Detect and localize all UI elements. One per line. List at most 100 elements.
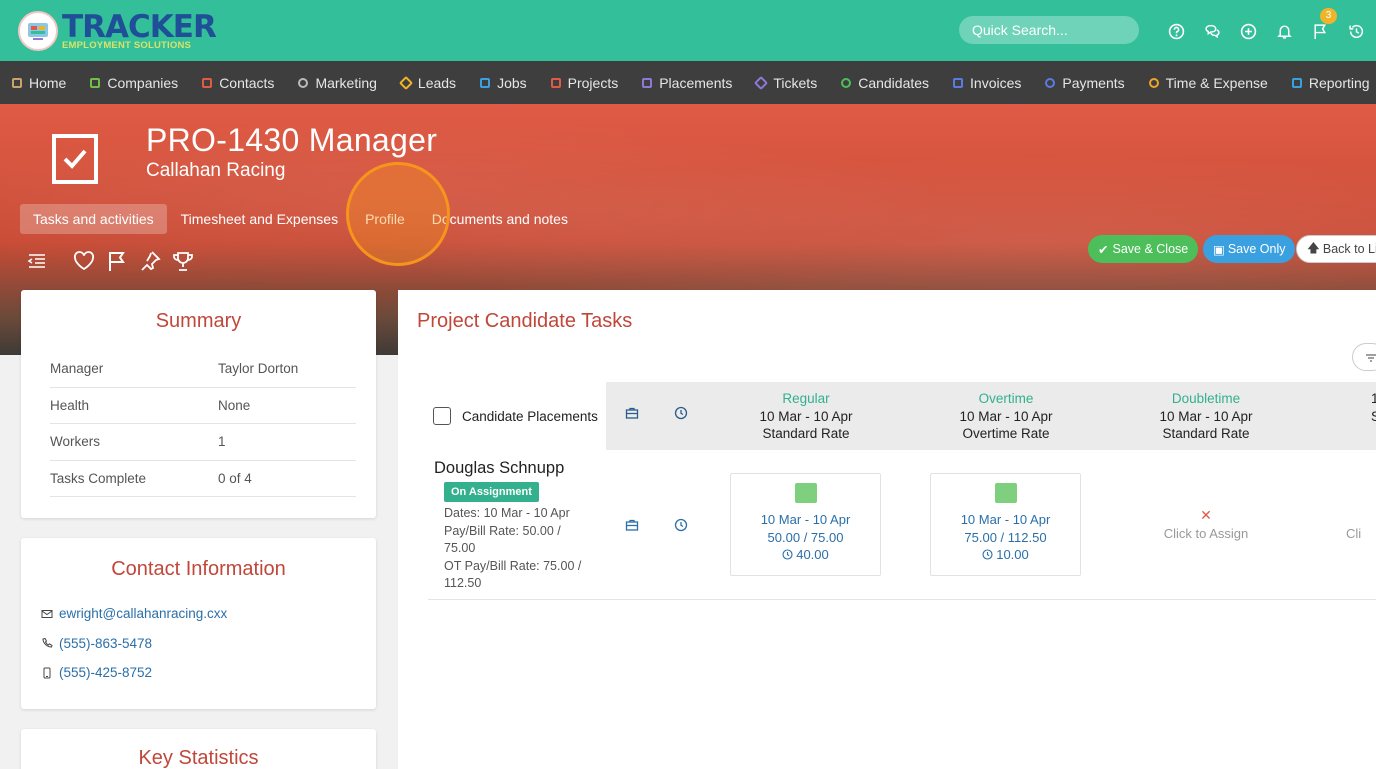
flag-icon[interactable]: 3	[1302, 8, 1338, 42]
summary-card: Summary Manager Taylor Dorton Health None …	[21, 290, 376, 518]
contact-phone[interactable]: (555)-863-5478	[41, 629, 376, 659]
nav-leads[interactable]: Leads	[398, 75, 456, 91]
add-icon[interactable]	[1230, 20, 1266, 42]
task-cell-overtime[interactable]: 10 Mar - 10 Apr 75.00 / 112.50 10.00	[930, 473, 1081, 576]
save-only-button[interactable]: ▣ Save Only	[1203, 235, 1296, 263]
task-cell-regular[interactable]: 10 Mar - 10 Apr 50.00 / 75.00 40.00	[730, 473, 881, 576]
task-checkbox-icon	[52, 134, 98, 184]
contact-card-icon	[202, 77, 213, 88]
flag-icon[interactable]	[106, 250, 128, 272]
contact-email[interactable]: ewright@callahanracing.cxx	[41, 599, 376, 629]
briefcase-icon[interactable]	[625, 518, 639, 532]
notification-badge: 3	[1320, 8, 1337, 24]
briefcase-icon	[625, 407, 639, 419]
column-doubletime: Doubletime 10 Mar - 10 Apr Standard Rate	[1159, 391, 1253, 441]
summary-row: Tasks Complete 0 of 4	[50, 461, 356, 497]
key-statistics-card: Key Statistics	[21, 729, 376, 769]
filter-button[interactable]	[1352, 343, 1376, 371]
clock-icon	[782, 549, 793, 560]
back-to-list-button[interactable]: 🡅 Back to Li	[1296, 235, 1376, 263]
home-icon	[12, 77, 22, 88]
clock-icon	[982, 549, 993, 560]
building-icon	[90, 77, 101, 88]
tasks-title: Project Candidate Tasks	[417, 310, 633, 332]
check-icon: ✔	[1098, 242, 1109, 257]
invoice-icon	[953, 77, 964, 88]
coins-icon	[1045, 77, 1056, 88]
nav-companies[interactable]: Companies	[90, 75, 178, 91]
target-icon	[398, 75, 413, 90]
tab-timesheet-expenses[interactable]: Timesheet and Expenses	[168, 204, 351, 234]
nav-invoices[interactable]: Invoices	[953, 75, 1021, 91]
search-input[interactable]: Quick Search...	[959, 16, 1139, 44]
close-icon: ✕	[1200, 507, 1212, 523]
column-candidate-placements: Candidate Placements	[462, 408, 598, 424]
nav-marketing[interactable]: Marketing	[298, 75, 377, 91]
tasks-panel: Project Candidate Tasks Candidate Placem…	[398, 290, 1376, 769]
envelope-icon	[41, 609, 53, 618]
bell-icon[interactable]	[1266, 20, 1302, 42]
arrow-up-icon: 🡅	[1307, 240, 1320, 255]
nav-tickets[interactable]: Tickets	[754, 75, 817, 91]
pin-icon[interactable]	[139, 250, 161, 272]
summary-row: Health None	[50, 388, 356, 424]
select-all-checkbox[interactable]	[433, 407, 451, 425]
tag-icon	[754, 75, 769, 90]
clock-icon	[1148, 77, 1159, 88]
column-regular: Regular 10 Mar - 10 Apr Standard Rate	[759, 391, 853, 441]
clock-icon	[674, 406, 688, 420]
record-company[interactable]: Callahan Racing	[146, 160, 285, 182]
bar-chart-icon	[1291, 77, 1302, 88]
click-to-assign-partial[interactable]: Cli	[1346, 526, 1376, 541]
favorite-heart-icon[interactable]	[73, 250, 95, 272]
summary-row: Manager Taylor Dorton	[50, 351, 356, 388]
top-bar: TRACKER EMPLOYMENT SOLUTIONS Quick Searc…	[0, 0, 1376, 61]
trophy-icon	[480, 77, 491, 88]
contact-card: Contact Information ewright@callahanraci…	[21, 538, 376, 709]
record-tabs: Tasks and activities Timesheet and Expen…	[20, 204, 582, 234]
table-header: Candidate Placements Regular 10 Mar - 10 …	[428, 382, 1376, 450]
save-close-button[interactable]: ✔ Save & Close	[1088, 235, 1199, 263]
person-icon	[841, 77, 852, 88]
clock-icon[interactable]	[674, 518, 688, 532]
nav-home[interactable]: Home	[12, 75, 66, 91]
candidate-name[interactable]: Douglas Schnupp	[434, 459, 564, 478]
nav-placements[interactable]: Placements	[642, 75, 732, 91]
nav-projects[interactable]: Projects	[550, 75, 618, 91]
candidate-details: Dates: 10 Mar - 10 Apr Pay/Bill Rate: 50…	[444, 506, 582, 590]
summary-table: Manager Taylor Dorton Health None Workers 1…	[50, 351, 356, 497]
history-icon[interactable]	[1338, 20, 1374, 42]
summary-title: Summary	[155, 310, 242, 332]
clipboard-icon	[550, 77, 561, 88]
trophy-icon[interactable]	[172, 250, 194, 272]
filter-icon	[1366, 354, 1376, 362]
nav-candidates[interactable]: Candidates	[841, 75, 929, 91]
contact-mobile[interactable]: (555)-425-8752	[41, 658, 376, 688]
broadcast-icon	[298, 77, 309, 88]
record-tools	[26, 250, 205, 272]
click-to-assign-doubletime[interactable]: ✕ Click to Assign	[1106, 507, 1306, 541]
column-partial: 10St	[1371, 391, 1376, 424]
status-square	[794, 483, 817, 503]
brand-logo[interactable]: TRACKER EMPLOYMENT SOLUTIONS	[18, 8, 217, 52]
column-overtime: Overtime 10 Mar - 10 Apr Overtime Rate	[959, 391, 1053, 441]
click-highlight	[346, 162, 450, 266]
collapse-sidebar-icon[interactable]	[26, 250, 48, 272]
nav-reporting[interactable]: Reporting	[1291, 75, 1370, 91]
chat-icon[interactable]	[1194, 20, 1230, 42]
status-square	[994, 483, 1017, 503]
floppy-disk-icon: ▣	[1213, 242, 1225, 257]
brand-name: TRACKER	[62, 8, 217, 45]
mobile-phone-icon	[43, 667, 51, 679]
nav-contacts[interactable]: Contacts	[202, 75, 274, 91]
nav-jobs[interactable]: Jobs	[480, 75, 527, 91]
help-icon[interactable]	[1158, 20, 1194, 42]
tab-tasks-activities[interactable]: Tasks and activities	[20, 204, 167, 234]
status-badge: On Assignment	[444, 482, 539, 502]
contact-title: Contact Information	[111, 558, 286, 580]
nav-payments[interactable]: Payments	[1045, 75, 1125, 91]
nav-time-expense[interactable]: Time & Expense	[1148, 75, 1268, 91]
main-nav: Home Companies Contacts Marketing Leads …	[0, 61, 1376, 104]
table-row: Douglas Schnupp On Assignment Dates: 10 …	[428, 450, 1376, 600]
key-statistics-title: Key Statistics	[138, 747, 259, 769]
